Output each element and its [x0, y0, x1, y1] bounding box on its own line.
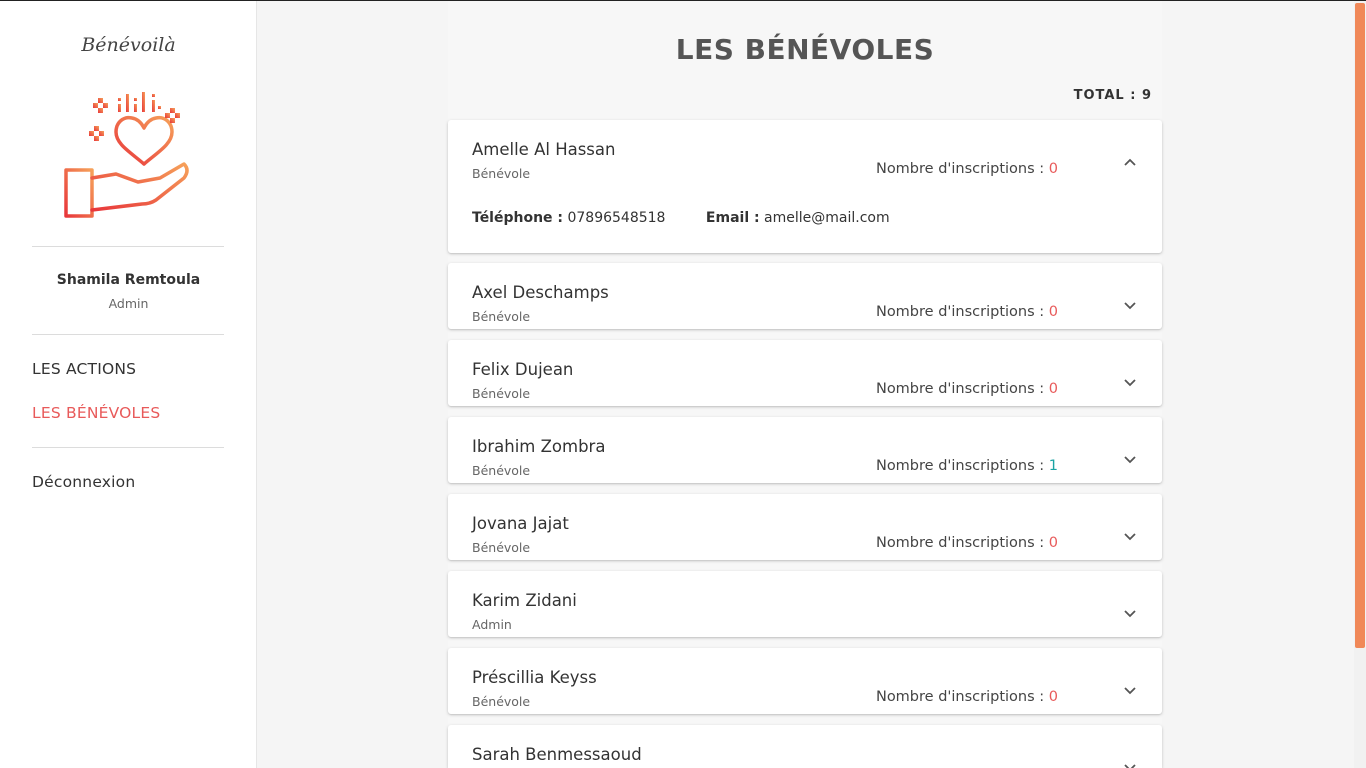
volunteer-role: Bénévole [472, 166, 531, 181]
volunteer-card[interactable]: Jovana Jajat Bénévole Nombre d'inscripti… [448, 494, 1162, 560]
chevron-down-icon[interactable] [1122, 605, 1138, 621]
divider [32, 447, 224, 448]
inscriptions-label: Nombre d'inscriptions : [875, 304, 1049, 320]
volunteer-card[interactable]: Amelle Al Hassan Bénévole Nombre d'inscr… [448, 120, 1162, 253]
inscriptions-label: Nombre d'inscriptions : [875, 689, 1049, 705]
volunteer-name: Felix Dujean [472, 360, 574, 379]
inscriptions-value: 0 [1048, 689, 1058, 705]
inscriptions-value: 0 [1048, 381, 1058, 397]
sidebar: Bénévoilà Shamila Remtoula Admin LES ACT… [0, 1, 257, 768]
chevron-down-icon[interactable] [1122, 759, 1138, 768]
email-label: Email : [705, 210, 760, 226]
divider [32, 334, 224, 335]
volunteer-role: Bénévole [472, 540, 531, 555]
inscriptions-label: Nombre d'inscriptions : [875, 381, 1049, 397]
inscriptions-value: 0 [1048, 535, 1058, 551]
inscriptions-count: Nombre d'inscriptions : 0 [876, 381, 1058, 397]
inscriptions-value: 0 [1048, 304, 1058, 320]
divider [32, 246, 224, 247]
volunteer-role: Bénévole [472, 386, 531, 401]
chevron-up-icon[interactable] [1122, 154, 1138, 170]
volunteer-name: Ibrahim Zombra [472, 437, 606, 456]
inscriptions-count: Nombre d'inscriptions : 1 [876, 458, 1058, 474]
volunteer-name: Axel Deschamps [472, 283, 609, 302]
inscriptions-label: Nombre d'inscriptions : [875, 535, 1049, 551]
phone-label: Téléphone : [472, 210, 564, 226]
volunteer-card[interactable]: Ibrahim Zombra Bénévole Nombre d'inscrip… [448, 417, 1162, 483]
volunteer-role: Bénévole [472, 309, 531, 324]
volunteer-name: Préscillia Keyss [472, 668, 597, 687]
brand-title: Bénévoilà [81, 34, 176, 56]
inscriptions-value: 0 [1048, 161, 1058, 177]
inscriptions-label: Nombre d'inscriptions : [875, 161, 1049, 177]
phone-value: 07896548518 [567, 210, 666, 226]
total-count: TOTAL : 9 [1073, 88, 1152, 103]
inscriptions-count: Nombre d'inscriptions : 0 [876, 304, 1058, 320]
chevron-down-icon[interactable] [1122, 451, 1138, 467]
volunteer-name: Amelle Al Hassan [472, 140, 616, 159]
volunteer-card[interactable]: Axel Deschamps Bénévole Nombre d'inscrip… [448, 263, 1162, 329]
page-title: LES BÉNÉVOLES [675, 33, 935, 66]
volunteer-name: Jovana Jajat [472, 514, 569, 533]
chevron-down-icon[interactable] [1122, 528, 1138, 544]
inscriptions-label: Nombre d'inscriptions : [875, 458, 1049, 474]
volunteer-details: Téléphone : 07896548518 Email : amelle@m… [472, 210, 890, 226]
user-role: Admin [108, 296, 149, 311]
volunteer-role: Bénévole [472, 463, 531, 478]
volunteer-name: Karim Zidani [472, 591, 577, 610]
volunteer-card[interactable]: Préscillia Keyss Bénévole Nombre d'inscr… [448, 648, 1162, 714]
email-value: amelle@mail.com [764, 210, 890, 226]
volunteer-name: Sarah Benmessaoud [472, 745, 642, 764]
scrollbar-thumb[interactable] [1355, 3, 1365, 648]
inscriptions-count: Nombre d'inscriptions : 0 [876, 161, 1058, 177]
volunteer-card[interactable]: Karim Zidani Admin [448, 571, 1162, 637]
nav-item-benevoles[interactable]: LES BÉNÉVOLES [32, 404, 160, 422]
volunteer-role: Admin [472, 617, 512, 632]
volunteer-card[interactable]: Sarah Benmessaoud Admin [448, 725, 1162, 768]
logout-link[interactable]: Déconnexion [32, 473, 135, 491]
nav-item-actions[interactable]: LES ACTIONS [32, 360, 136, 378]
page-scrollbar[interactable] [1354, 1, 1366, 768]
chevron-down-icon[interactable] [1122, 297, 1138, 313]
inscriptions-count: Nombre d'inscriptions : 0 [876, 535, 1058, 551]
chevron-down-icon[interactable] [1122, 682, 1138, 698]
main-content: LES BÉNÉVOLES TOTAL : 9 Amelle Al Hassan… [257, 1, 1354, 768]
inscriptions-value: 1 [1048, 458, 1058, 474]
chevron-down-icon[interactable] [1122, 374, 1138, 390]
heart-hand-icon [64, 92, 189, 218]
volunteer-role: Bénévole [472, 694, 531, 709]
user-name: Shamila Remtoula [56, 272, 201, 288]
volunteer-card[interactable]: Felix Dujean Bénévole Nombre d'inscripti… [448, 340, 1162, 406]
inscriptions-count: Nombre d'inscriptions : 0 [876, 689, 1058, 705]
